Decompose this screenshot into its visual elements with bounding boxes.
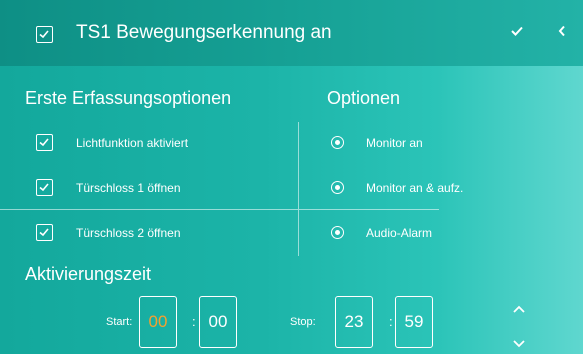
row-divider bbox=[299, 209, 439, 210]
row-divider bbox=[0, 209, 298, 210]
checkmark-icon bbox=[39, 138, 49, 147]
header-bar: TS1 Bewegungserkennung an bbox=[0, 0, 583, 66]
back-button[interactable] bbox=[558, 24, 566, 42]
capture-options-title: Erste Erfassungsoptionen bbox=[25, 88, 232, 108]
option-label: Türschloss 2 öffnen bbox=[76, 226, 181, 240]
decrement-button[interactable] bbox=[512, 335, 526, 353]
header-checkbox[interactable] bbox=[36, 26, 53, 43]
radio-button[interactable] bbox=[331, 136, 344, 149]
option-label: Türschloss 1 öffnen bbox=[76, 181, 181, 195]
chevron-up-icon bbox=[513, 305, 525, 313]
increment-button[interactable] bbox=[512, 301, 526, 319]
column-divider bbox=[298, 122, 299, 256]
chevron-down-icon bbox=[513, 340, 525, 348]
radio-button[interactable] bbox=[331, 226, 344, 239]
checkbox[interactable] bbox=[36, 179, 53, 196]
stop-minute-field[interactable]: 59 bbox=[395, 296, 433, 348]
options-title: Optionen bbox=[327, 88, 401, 108]
option-label: Audio-Alarm bbox=[366, 226, 433, 240]
radio-button[interactable] bbox=[331, 181, 344, 194]
activation-time-title: Aktivierungszeit bbox=[25, 264, 152, 284]
checkmark-icon bbox=[39, 183, 49, 192]
time-separator: : bbox=[389, 314, 393, 329]
time-separator: : bbox=[192, 314, 196, 329]
start-minute-field[interactable]: 00 bbox=[199, 296, 237, 348]
stop-hour-field[interactable]: 23 bbox=[335, 296, 373, 348]
checkbox[interactable] bbox=[36, 224, 53, 241]
checkmark-icon bbox=[39, 228, 49, 237]
checkbox[interactable] bbox=[36, 134, 53, 151]
settings-screen: TS1 Bewegungserkennung an Erste Erfassun… bbox=[0, 0, 583, 354]
option-label: Monitor an bbox=[366, 136, 423, 150]
start-hour-field[interactable]: 00 bbox=[139, 296, 177, 348]
chevron-left-icon bbox=[558, 25, 565, 37]
start-label: Start: bbox=[106, 316, 133, 328]
checkmark-icon bbox=[39, 30, 49, 39]
page-title: TS1 Bewegungserkennung an bbox=[76, 22, 332, 43]
option-label: Lichtfunktion aktiviert bbox=[76, 136, 189, 150]
checkmark-icon bbox=[511, 26, 523, 36]
stop-label: Stop: bbox=[290, 316, 316, 328]
option-label: Monitor an & aufz. bbox=[366, 181, 464, 195]
confirm-button[interactable] bbox=[510, 24, 524, 42]
